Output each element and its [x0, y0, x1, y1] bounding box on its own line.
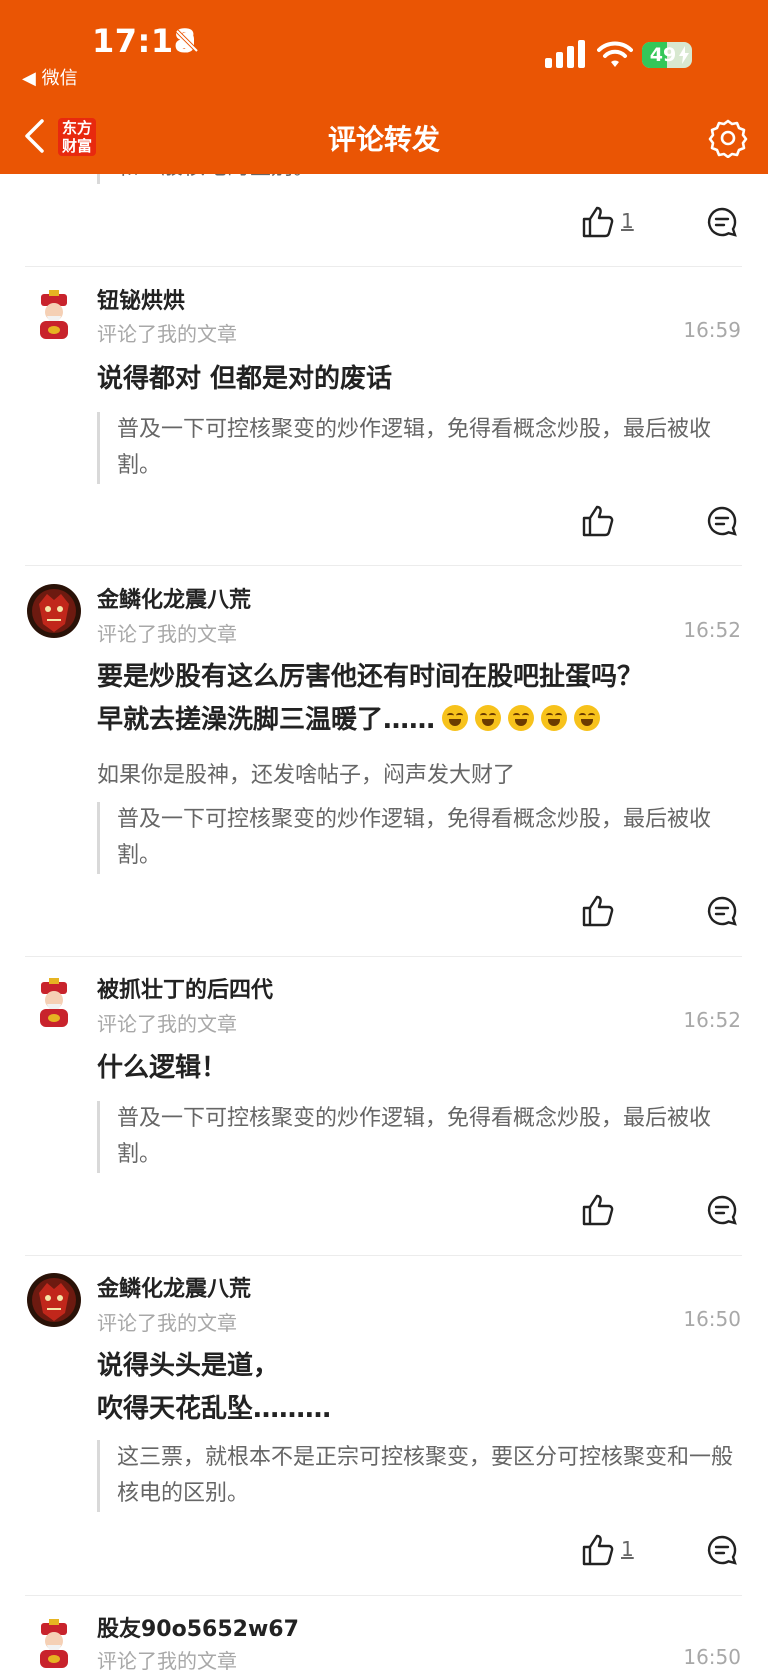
user-avatar[interactable] — [27, 976, 81, 1030]
wifi-icon — [597, 41, 633, 67]
caishen-avatar-icon — [27, 288, 81, 342]
like-icon[interactable] — [581, 1193, 615, 1227]
battery-indicator: 49 — [642, 42, 692, 68]
action-text: 评论了我的文章 — [97, 322, 237, 346]
quoted-article-text[interactable]: 普及一下可控核聚变的炒作逻辑，免得看概念炒股，最后被收割。 — [97, 412, 737, 484]
username[interactable]: 金鳞化龙震八荒 — [97, 582, 251, 614]
comment-time: 16:52 — [683, 1008, 741, 1032]
laughing-emoji-icon — [442, 705, 469, 731]
cellular-signal-icon — [545, 40, 585, 68]
action-text: 评论了我的文章 — [97, 1311, 237, 1335]
laughing-emoji-icon — [574, 705, 601, 731]
reply-icon[interactable] — [706, 1194, 738, 1226]
reply-icon[interactable] — [706, 895, 738, 927]
laughing-emoji-icon — [541, 705, 568, 731]
comment-text-line-text: 早就去搓澡洗脚三温暖了…… — [97, 705, 436, 735]
user-avatar[interactable] — [27, 288, 81, 342]
divider — [25, 956, 742, 957]
top-bar: 17:18 ◀ 微信 49 东方 财富 评论转发 — [0, 0, 768, 174]
battery-level-text: 49 — [649, 44, 677, 66]
divider — [25, 1595, 742, 1596]
comment-time: 16:50 — [683, 1307, 741, 1331]
comment-text-line: 要是炒股有这么厉害他还有时间在股吧扯蛋吗？ — [97, 662, 644, 692]
bell-muted-icon — [175, 29, 199, 53]
charging-bolt-icon — [679, 46, 689, 64]
divider — [25, 565, 742, 566]
page-title: 评论转发 — [327, 123, 440, 156]
user-avatar[interactable] — [27, 584, 81, 638]
username[interactable]: 金鳞化龙震八荒 — [97, 1271, 251, 1303]
red-mask-avatar-icon — [27, 1273, 81, 1327]
red-mask-avatar-icon — [27, 584, 81, 638]
divider — [25, 266, 742, 267]
laughing-emoji-icon — [508, 705, 535, 731]
username[interactable]: 被抓壮丁的后四代 — [97, 972, 273, 1004]
comment-time: 16:59 — [683, 318, 741, 342]
comment-text-line: 早就去搓澡洗脚三温暖了…… — [97, 699, 717, 742]
comment-text-line: 吹得天花乱坠……… — [97, 1394, 332, 1424]
quoted-article-text[interactable]: 普及一下可控核聚变的炒作逻辑，免得看概念炒股，最后被收割。 — [97, 1101, 737, 1173]
comment-time: 16:50 — [683, 1645, 741, 1669]
quoted-article-text[interactable]: 这三票，就根本不是正宗可控核聚变，要区分可控核聚变和一般核电的区别。 — [97, 1440, 737, 1512]
reply-icon[interactable] — [706, 206, 738, 238]
action-text: 评论了我的文章 — [97, 622, 237, 646]
username[interactable]: 钮铋烘烘 — [97, 283, 185, 315]
comment-text: 说得都对 但都是对的废话 — [97, 364, 393, 394]
action-text: 评论了我的文章 — [97, 1012, 237, 1036]
like-icon[interactable] — [581, 894, 615, 928]
gear-icon[interactable] — [708, 118, 748, 158]
action-text: 评论了我的文章 — [97, 1649, 237, 1673]
comment-text-line: 说得头头是道， — [97, 1351, 280, 1381]
caishen-avatar-icon — [27, 1617, 81, 1671]
user-avatar[interactable] — [27, 1617, 81, 1671]
comment-text: 说得头头是道， 吹得天花乱坠……… — [97, 1345, 717, 1431]
like-count[interactable]: 1 — [621, 1537, 634, 1561]
like-icon[interactable] — [581, 205, 615, 239]
comment-subtext: 如果你是股神，还发啥帖子，闷声发大财了 — [97, 763, 516, 788]
username[interactable]: 股友90o5652w67 — [97, 1611, 299, 1643]
like-icon[interactable] — [581, 1533, 615, 1567]
comment-time: 16:52 — [683, 618, 741, 642]
like-icon[interactable] — [581, 504, 615, 538]
comment-text: 什么逻辑！ — [97, 1053, 228, 1083]
laughing-emoji-row — [435, 705, 601, 735]
back-to-app-link[interactable]: ◀ 微信 — [22, 64, 78, 90]
caishen-avatar-icon — [27, 976, 81, 1030]
quoted-article-text[interactable]: 普及一下可控核聚变的炒作逻辑，免得看概念炒股，最后被收割。 — [97, 802, 737, 874]
reply-icon[interactable] — [706, 505, 738, 537]
user-avatar[interactable] — [27, 1273, 81, 1327]
reply-icon[interactable] — [706, 1534, 738, 1566]
like-count[interactable]: 1 — [621, 209, 634, 233]
divider — [25, 1255, 742, 1256]
comment-text: 要是炒股有这么厉害他还有时间在股吧扯蛋吗？ 早就去搓澡洗脚三温暖了…… — [97, 656, 717, 742]
laughing-emoji-icon — [475, 705, 502, 731]
